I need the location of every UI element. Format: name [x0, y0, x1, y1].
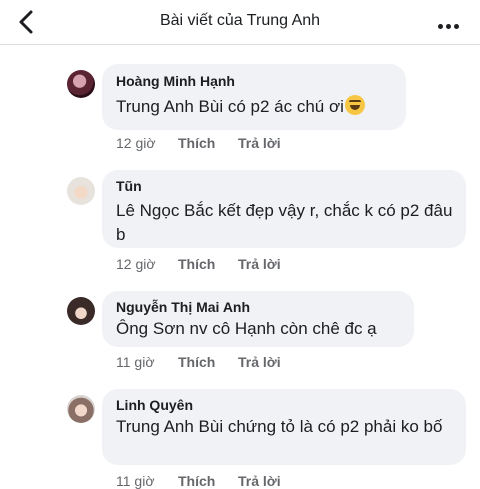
- more-dots-icon[interactable]: [438, 16, 464, 29]
- comment-text-content: Trung Anh Bùi có p2 ác chú ơi: [116, 97, 344, 116]
- comment-time: 11 giờ: [116, 354, 155, 370]
- top-bar: Bài viết của Trung Anh: [0, 0, 480, 45]
- comment-meta: 11 giờ Thích Trả lời: [116, 354, 281, 370]
- comment-bubble: Nguyễn Thị Mai Anh Ông Sơn nv cô Hạnh cò…: [102, 291, 414, 347]
- comment-author[interactable]: Linh Quyên: [116, 397, 454, 413]
- comment-text: Lê Ngọc Bắc kết đẹp vậy r, chắc k có p2 …: [116, 201, 453, 244]
- comment-bubble: Linh Quyên Trung Anh Bùi chứng tỏ là có …: [102, 389, 466, 465]
- avatar[interactable]: [67, 395, 95, 423]
- comment-meta: 12 giờ Thích Trả lời: [116, 256, 281, 272]
- avatar[interactable]: [67, 297, 95, 325]
- reply-button[interactable]: Trả lời: [238, 256, 281, 272]
- like-button[interactable]: Thích: [178, 354, 238, 370]
- avatar[interactable]: [67, 70, 95, 98]
- comment-time: 12 giờ: [116, 135, 156, 151]
- reply-button[interactable]: Trả lời: [238, 354, 281, 370]
- comment-bubble: Hoàng Minh Hạnh Trung Anh Bùi có p2 ác c…: [102, 64, 406, 130]
- reply-button[interactable]: Trả lời: [238, 135, 281, 151]
- comment-author[interactable]: Nguyễn Thị Mai Anh: [116, 299, 402, 315]
- like-button[interactable]: Thích: [178, 256, 238, 272]
- comment-text: Trung Anh Bùi có p2 ác chú ơi: [116, 95, 394, 119]
- comment-text: Trung Anh Bùi chứng tỏ là có p2 phải ko …: [116, 417, 443, 436]
- comment-text: Ông Sơn nv cô Hạnh còn chê đc ạ: [116, 319, 377, 338]
- avatar[interactable]: [67, 177, 95, 205]
- page-title: Bài viết của Trung Anh: [159, 12, 321, 29]
- comment-time: 12 giờ: [116, 256, 156, 272]
- comment-meta: 12 giờ Thích Trả lời: [116, 135, 281, 151]
- comment-author[interactable]: Hoàng Minh Hạnh: [116, 73, 394, 89]
- comment-bubble: Tũn Lê Ngọc Bắc kết đẹp vậy r, chắc k có…: [102, 170, 466, 248]
- laughing-face-emoji: [344, 95, 365, 115]
- comment-author[interactable]: Tũn: [116, 178, 454, 194]
- like-button[interactable]: Thích: [178, 135, 238, 151]
